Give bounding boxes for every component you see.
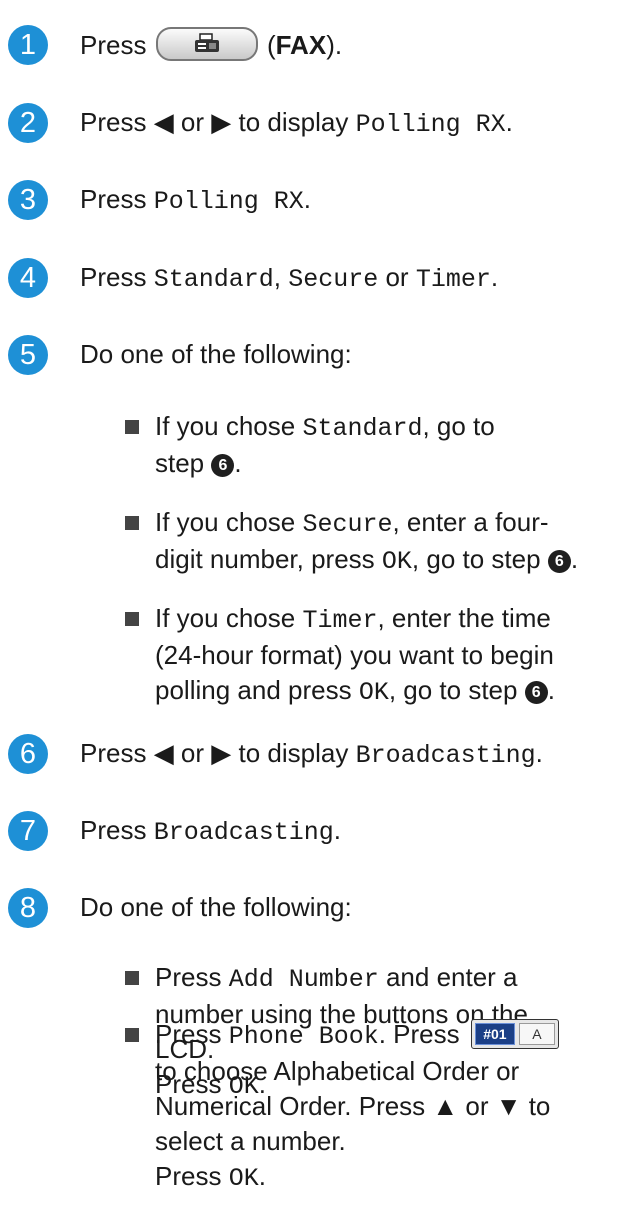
left-right-arrows-icon: ◀ or ▶ [153, 738, 232, 768]
step-number-badge: 1 [8, 25, 48, 65]
left-right-arrows-icon: ◀ or ▶ [153, 107, 232, 137]
step-number-badge: 8 [8, 888, 48, 928]
step-ref-icon: 6 [524, 681, 548, 704]
broadcasting-label: Broadcasting [355, 741, 536, 770]
step-number-badge: 6 [8, 734, 48, 774]
step-number-badge: 5 [8, 335, 48, 375]
square-bullet-icon [125, 516, 139, 530]
square-bullet-icon [125, 971, 139, 985]
fax-button[interactable] [155, 27, 258, 61]
standard-label: Standard [153, 265, 274, 294]
up-down-arrows-icon: ▲ or ▼ [432, 1091, 522, 1121]
step-ref-icon: 6 [547, 550, 571, 573]
timer-label: Timer [415, 265, 491, 294]
step-number-badge: 2 [8, 103, 48, 143]
phone-book-sort-button[interactable]: #01 A [470, 1019, 559, 1049]
square-bullet-icon [125, 420, 139, 434]
fax-label: FAX [275, 30, 327, 60]
step-number-badge: 3 [8, 180, 48, 220]
square-bullet-icon [125, 612, 139, 626]
polling-rx-label: Polling RX [153, 187, 304, 216]
step-ref-icon: 6 [211, 454, 235, 477]
polling-rx-label: Polling RX [355, 110, 506, 139]
step-number-badge: 7 [8, 811, 48, 851]
square-bullet-icon [125, 1028, 139, 1042]
fax-icon [194, 33, 219, 52]
step-text: Press [80, 30, 147, 60]
step-number-badge: 4 [8, 258, 48, 298]
secure-label: Secure [288, 265, 379, 294]
broadcasting-label: Broadcasting [153, 818, 334, 847]
